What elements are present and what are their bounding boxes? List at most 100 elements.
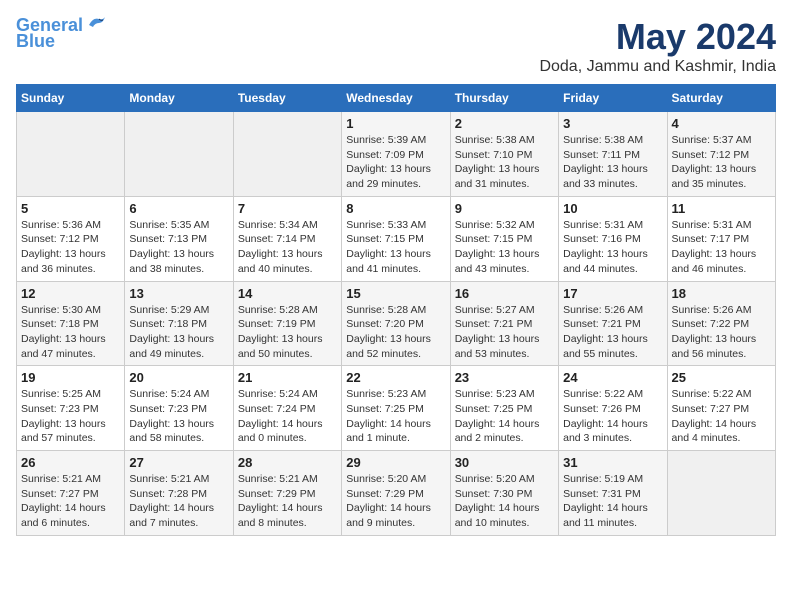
day-info: Sunrise: 5:21 AM Sunset: 7:29 PM Dayligh… [238,472,337,531]
header-saturday: Saturday [667,85,775,112]
day-number: 28 [238,455,337,470]
day-number: 23 [455,370,554,385]
calendar-cell: 7 Sunrise: 5:34 AM Sunset: 7:14 PM Daylig… [233,196,341,281]
calendar-cell [17,112,125,197]
header-friday: Friday [559,85,667,112]
header-thursday: Thursday [450,85,558,112]
calendar-cell: 30 Sunrise: 5:20 AM Sunset: 7:30 PM Dayli… [450,451,558,536]
subtitle: Doda, Jammu and Kashmir, India [539,58,776,76]
calendar-cell [125,112,233,197]
calendar-cell: 2 Sunrise: 5:38 AM Sunset: 7:10 PM Daylig… [450,112,558,197]
day-info: Sunrise: 5:25 AM Sunset: 7:23 PM Dayligh… [21,387,120,446]
day-info: Sunrise: 5:20 AM Sunset: 7:30 PM Dayligh… [455,472,554,531]
calendar-week-row: 5 Sunrise: 5:36 AM Sunset: 7:12 PM Daylig… [17,196,776,281]
day-number: 6 [129,201,228,216]
calendar-header-row: SundayMondayTuesdayWednesdayThursdayFrid… [17,85,776,112]
day-number: 11 [672,201,771,216]
header-wednesday: Wednesday [342,85,450,112]
day-info: Sunrise: 5:20 AM Sunset: 7:29 PM Dayligh… [346,472,445,531]
day-number: 20 [129,370,228,385]
calendar-cell: 26Sunrise: 5:21 AM Sunset: 7:27 PM Dayli… [17,451,125,536]
calendar-cell: 16 Sunrise: 5:27 AM Sunset: 7:21 PM Dayli… [450,281,558,366]
calendar-cell: 20 Sunrise: 5:24 AM Sunset: 7:23 PM Dayli… [125,366,233,451]
calendar-cell: 22 Sunrise: 5:23 AM Sunset: 7:25 PM Dayli… [342,366,450,451]
calendar-cell: 25 Sunrise: 5:22 AM Sunset: 7:27 PM Dayli… [667,366,775,451]
day-number: 8 [346,201,445,216]
day-info: Sunrise: 5:23 AM Sunset: 7:25 PM Dayligh… [346,387,445,446]
day-info: Sunrise: 5:28 AM Sunset: 7:19 PM Dayligh… [238,303,337,362]
day-info: Sunrise: 5:30 AM Sunset: 7:18 PM Dayligh… [21,303,120,362]
calendar-cell: 1 Sunrise: 5:39 AM Sunset: 7:09 PM Daylig… [342,112,450,197]
day-info: Sunrise: 5:26 AM Sunset: 7:21 PM Dayligh… [563,303,662,362]
day-number: 17 [563,286,662,301]
day-number: 27 [129,455,228,470]
calendar-cell: 3Sunrise: 5:38 AM Sunset: 7:11 PM Daylig… [559,112,667,197]
logo-line2: Blue [16,32,55,52]
day-info: Sunrise: 5:38 AM Sunset: 7:11 PM Dayligh… [563,133,662,192]
calendar-cell: 11 Sunrise: 5:31 AM Sunset: 7:17 PM Dayli… [667,196,775,281]
day-info: Sunrise: 5:34 AM Sunset: 7:14 PM Dayligh… [238,218,337,277]
day-info: Sunrise: 5:29 AM Sunset: 7:18 PM Dayligh… [129,303,228,362]
day-number: 2 [455,116,554,131]
main-title: May 2024 [539,16,776,58]
day-number: 25 [672,370,771,385]
calendar-cell [667,451,775,536]
calendar-cell: 19 Sunrise: 5:25 AM Sunset: 7:23 PM Dayli… [17,366,125,451]
day-number: 24 [563,370,662,385]
day-info: Sunrise: 5:23 AM Sunset: 7:25 PM Dayligh… [455,387,554,446]
day-info: Sunrise: 5:27 AM Sunset: 7:21 PM Dayligh… [455,303,554,362]
day-number: 29 [346,455,445,470]
day-info: Sunrise: 5:26 AM Sunset: 7:22 PM Dayligh… [672,303,771,362]
day-info: Sunrise: 5:21 AM Sunset: 7:28 PM Dayligh… [129,472,228,531]
calendar-week-row: 1 Sunrise: 5:39 AM Sunset: 7:09 PM Daylig… [17,112,776,197]
calendar-cell [233,112,341,197]
day-number: 31 [563,455,662,470]
day-number: 14 [238,286,337,301]
calendar-cell: 13 Sunrise: 5:29 AM Sunset: 7:18 PM Dayli… [125,281,233,366]
day-info: Sunrise: 5:33 AM Sunset: 7:15 PM Dayligh… [346,218,445,277]
logo-bird-icon [85,15,107,33]
day-number: 13 [129,286,228,301]
calendar-week-row: 19 Sunrise: 5:25 AM Sunset: 7:23 PM Dayli… [17,366,776,451]
day-number: 12 [21,286,120,301]
calendar-cell: 8 Sunrise: 5:33 AM Sunset: 7:15 PM Daylig… [342,196,450,281]
day-info: Sunrise: 5:36 AM Sunset: 7:12 PM Dayligh… [21,218,120,277]
calendar-cell: 17 Sunrise: 5:26 AM Sunset: 7:21 PM Dayli… [559,281,667,366]
day-info: Sunrise: 5:38 AM Sunset: 7:10 PM Dayligh… [455,133,554,192]
day-info: Sunrise: 5:24 AM Sunset: 7:23 PM Dayligh… [129,387,228,446]
day-number: 16 [455,286,554,301]
day-number: 19 [21,370,120,385]
calendar-cell: 5 Sunrise: 5:36 AM Sunset: 7:12 PM Daylig… [17,196,125,281]
calendar-cell: 31 Sunrise: 5:19 AM Sunset: 7:31 PM Dayli… [559,451,667,536]
calendar-table: SundayMondayTuesdayWednesdayThursdayFrid… [16,84,776,536]
day-info: Sunrise: 5:28 AM Sunset: 7:20 PM Dayligh… [346,303,445,362]
day-number: 1 [346,116,445,131]
day-info: Sunrise: 5:21 AM Sunset: 7:27 PM Dayligh… [21,472,120,531]
calendar-cell: 18Sunrise: 5:26 AM Sunset: 7:22 PM Dayli… [667,281,775,366]
day-info: Sunrise: 5:35 AM Sunset: 7:13 PM Dayligh… [129,218,228,277]
day-number: 22 [346,370,445,385]
calendar-week-row: 26Sunrise: 5:21 AM Sunset: 7:27 PM Dayli… [17,451,776,536]
day-info: Sunrise: 5:22 AM Sunset: 7:26 PM Dayligh… [563,387,662,446]
day-number: 9 [455,201,554,216]
day-info: Sunrise: 5:31 AM Sunset: 7:17 PM Dayligh… [672,218,771,277]
logo: General Blue [16,16,107,52]
calendar-cell: 29 Sunrise: 5:20 AM Sunset: 7:29 PM Dayli… [342,451,450,536]
calendar-cell: 27 Sunrise: 5:21 AM Sunset: 7:28 PM Dayli… [125,451,233,536]
calendar-cell: 12 Sunrise: 5:30 AM Sunset: 7:18 PM Dayli… [17,281,125,366]
day-info: Sunrise: 5:24 AM Sunset: 7:24 PM Dayligh… [238,387,337,446]
header-monday: Monday [125,85,233,112]
day-info: Sunrise: 5:19 AM Sunset: 7:31 PM Dayligh… [563,472,662,531]
day-info: Sunrise: 5:32 AM Sunset: 7:15 PM Dayligh… [455,218,554,277]
calendar-cell: 6 Sunrise: 5:35 AM Sunset: 7:13 PM Daylig… [125,196,233,281]
day-number: 7 [238,201,337,216]
calendar-cell: 23 Sunrise: 5:23 AM Sunset: 7:25 PM Dayli… [450,366,558,451]
day-number: 30 [455,455,554,470]
calendar-cell: 21Sunrise: 5:24 AM Sunset: 7:24 PM Dayli… [233,366,341,451]
day-number: 5 [21,201,120,216]
day-number: 10 [563,201,662,216]
day-info: Sunrise: 5:22 AM Sunset: 7:27 PM Dayligh… [672,387,771,446]
day-info: Sunrise: 5:39 AM Sunset: 7:09 PM Dayligh… [346,133,445,192]
header-sunday: Sunday [17,85,125,112]
calendar-cell: 24 Sunrise: 5:22 AM Sunset: 7:26 PM Dayli… [559,366,667,451]
